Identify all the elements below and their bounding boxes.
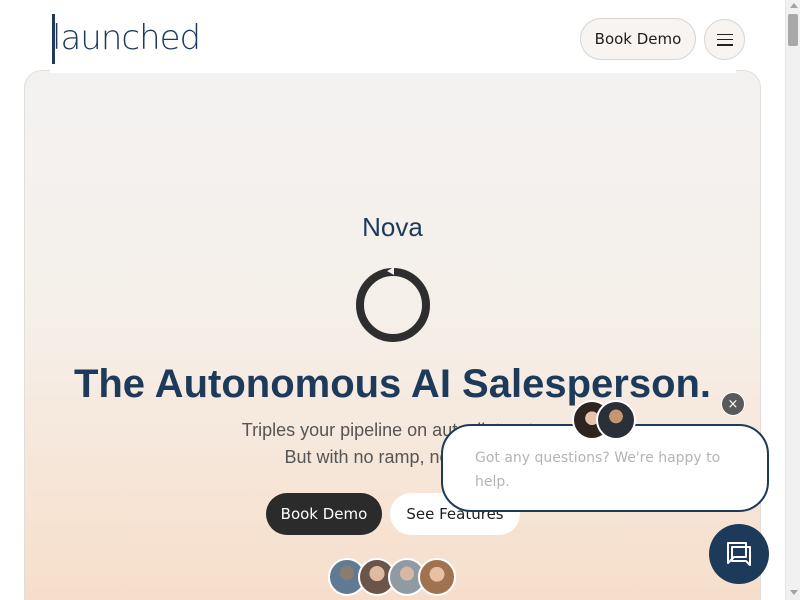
site-header: launched Book Demo (0, 0, 785, 72)
scrollbar[interactable] (785, 0, 800, 600)
customer-avatars (328, 558, 456, 596)
chat-agent-avatars (572, 400, 642, 440)
header-underlay (50, 70, 736, 73)
chat-prompt-text: Got any questions? We're happy to help. (475, 450, 721, 490)
spinner-icon (356, 267, 430, 342)
close-icon: × (727, 396, 739, 412)
chat-close-button[interactable]: × (721, 392, 745, 416)
menu-button[interactable] (704, 19, 745, 60)
logo[interactable]: launched (52, 18, 201, 58)
book-demo-button[interactable]: Book Demo (266, 493, 382, 535)
avatar (418, 558, 456, 596)
hero-headline: The Autonomous AI Salesperson. (73, 362, 712, 406)
chat-bubble-icon (727, 542, 751, 566)
scroll-up-icon[interactable] (790, 3, 798, 8)
agent-avatar (596, 400, 636, 440)
scrollbar-thumb[interactable] (788, 14, 798, 46)
product-name: Nova (362, 212, 423, 242)
hamburger-icon (716, 33, 733, 46)
header-book-demo-button[interactable]: Book Demo (580, 18, 696, 60)
scroll-down-icon[interactable] (790, 590, 798, 595)
chat-launcher-button[interactable] (709, 524, 769, 584)
